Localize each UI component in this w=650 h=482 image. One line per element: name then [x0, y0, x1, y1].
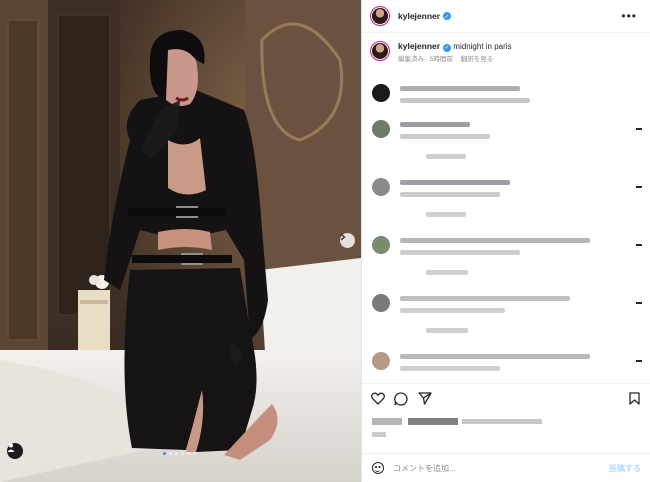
obscured-comment-text	[400, 192, 500, 197]
obscured-comment-text	[426, 154, 466, 159]
obscured-comment-text	[426, 270, 468, 275]
carousel-dot	[175, 452, 178, 455]
carousel-dot	[169, 452, 172, 455]
caption-username[interactable]: kylejenner	[398, 41, 440, 51]
caption-avatar[interactable]	[370, 41, 390, 61]
comment-like-icon[interactable]	[636, 128, 642, 130]
emoji-icon[interactable]	[372, 462, 384, 474]
chevron-right-icon	[340, 233, 346, 241]
post-photo[interactable]	[0, 0, 361, 482]
obscured-comment-text	[400, 308, 505, 313]
bookmark-icon[interactable]	[629, 392, 640, 405]
action-bar	[362, 383, 650, 415]
comment-composer: 投稿する	[362, 453, 650, 482]
caption-meta: 編集済み · 5時間前 翻訳を見る	[398, 55, 512, 65]
comment-like-icon[interactable]	[636, 302, 642, 304]
edited-timestamp: 編集済み · 5時間前	[398, 56, 453, 63]
comment-avatar	[372, 236, 390, 254]
carousel-dot	[181, 452, 184, 455]
obscured-comment-text	[426, 328, 468, 333]
comment-avatar	[372, 178, 390, 196]
header-username[interactable]: kylejenner	[398, 11, 440, 21]
obscured-comment-text	[400, 354, 590, 359]
post-details-panel: kylejenner ✓ ••• kylejenner ✓ midnight in…	[361, 0, 650, 482]
obscured-comment-text	[400, 296, 570, 301]
comment-avatar	[372, 294, 390, 312]
obscured-comment-text	[400, 86, 520, 91]
user-tag-icon	[7, 443, 15, 452]
obscured-comment-text	[400, 238, 590, 243]
caption: kylejenner ✓ midnight in paris 編集済み · 5時間…	[370, 41, 512, 65]
photo-illustration	[0, 0, 361, 482]
carousel-dot	[187, 452, 190, 455]
see-translation-link[interactable]: 翻訳を見る	[461, 56, 494, 63]
comment-like-icon[interactable]	[636, 244, 642, 246]
next-photo-button[interactable]	[340, 233, 355, 248]
comment-like-icon[interactable]	[636, 360, 642, 362]
comment-avatar	[372, 120, 390, 138]
carousel-dot	[193, 452, 196, 455]
post-header: kylejenner ✓ •••	[362, 0, 650, 33]
comment-icon[interactable]	[394, 392, 408, 406]
obscured-likes-timestamp	[372, 432, 386, 437]
obscured-comment-text	[400, 122, 470, 127]
heart-icon[interactable]	[371, 392, 385, 405]
obscured-likes-summary	[372, 418, 542, 425]
caption-body: kylejenner ✓ midnight in paris 編集済み · 5時間…	[398, 41, 512, 65]
carousel-dot	[163, 452, 166, 455]
obscured-comment-text	[400, 366, 500, 371]
obscured-comment-text	[400, 250, 520, 255]
comment-like-icon[interactable]	[636, 186, 642, 188]
obscured-comment-text	[400, 180, 510, 185]
avatar[interactable]	[370, 6, 390, 26]
verified-badge-icon: ✓	[443, 12, 452, 20]
caption-text: midnight in paris	[453, 42, 512, 51]
verified-badge-icon: ✓	[443, 44, 452, 52]
obscured-comment-text	[400, 98, 530, 103]
obscured-comment-text	[400, 134, 490, 139]
comment-avatar	[372, 84, 390, 102]
comment-avatar	[372, 352, 390, 370]
comment-input[interactable]	[393, 463, 593, 473]
obscured-comment-text	[426, 212, 466, 217]
more-options-icon[interactable]: •••	[621, 9, 637, 23]
paper-plane-icon[interactable]	[418, 392, 432, 405]
carousel-indicator	[163, 452, 196, 455]
post-comment-button[interactable]: 投稿する	[609, 463, 641, 474]
user-tag-button[interactable]	[7, 443, 23, 459]
